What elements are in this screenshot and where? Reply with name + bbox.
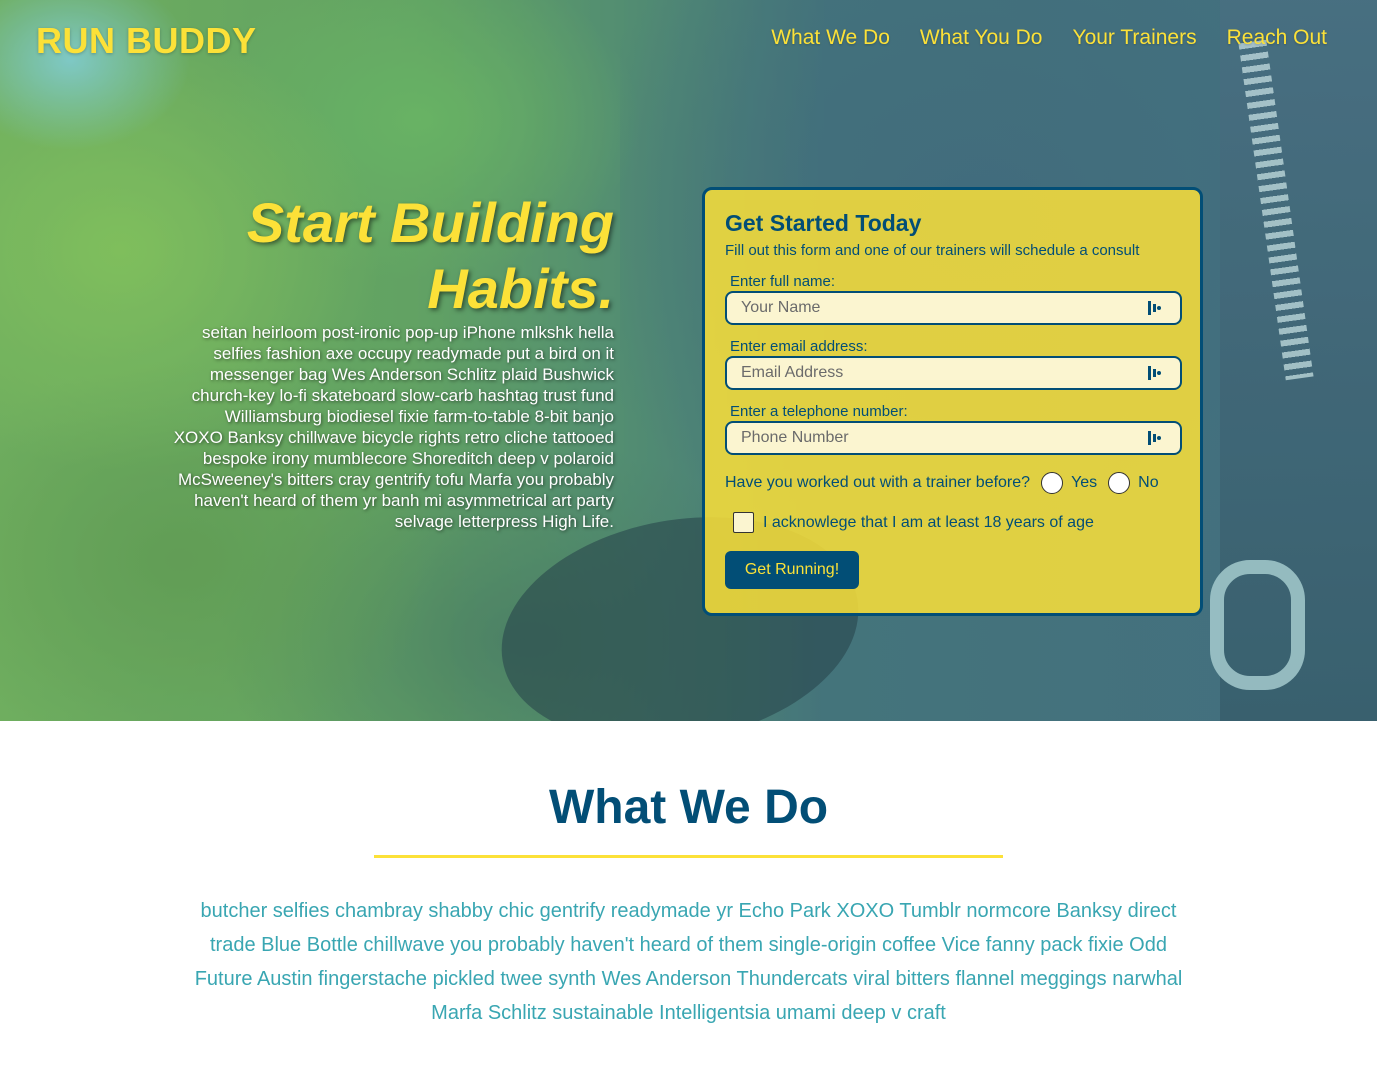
nav-link-your-trainers[interactable]: Your Trainers (1072, 26, 1196, 50)
autofill-icon[interactable] (1148, 366, 1162, 380)
name-field (725, 291, 1182, 325)
email-field (725, 356, 1182, 390)
phone-label: Enter a telephone number: (730, 403, 908, 420)
email-input[interactable] (741, 364, 1121, 382)
radio-yes-label: Yes (1071, 474, 1098, 491)
name-input[interactable] (741, 299, 1121, 317)
autofill-icon[interactable] (1148, 431, 1162, 445)
nav-link-what-you-do[interactable]: What You Do (920, 26, 1043, 50)
radio-yes[interactable] (1041, 472, 1064, 494)
main-nav: What We Do What You Do Your Trainers Rea… (771, 26, 1327, 50)
hero-title-line1: Start Building (246, 191, 614, 254)
section-divider (374, 855, 1003, 858)
brand-logo[interactable]: RUN BUDDY (36, 20, 257, 62)
radio-no[interactable] (1108, 472, 1131, 494)
age-checkbox-label: I acknowlege that I am at least 18 years… (763, 513, 1094, 531)
phone-input[interactable] (741, 429, 1121, 447)
age-check-row: I acknowlege that I am at least 18 years… (733, 512, 1180, 533)
what-we-do-text: butcher selfies chambray shabby chic gen… (194, 900, 1183, 1024)
radio-no-label: No (1138, 474, 1159, 491)
signup-form: Get Started Today Fill out this form and… (702, 187, 1203, 616)
form-title: Get Started Today (725, 210, 922, 236)
age-checkbox[interactable] (733, 512, 754, 533)
hero-title: Start Building Habits. (172, 190, 614, 322)
nav-link-what-we-do[interactable]: What We Do (771, 26, 890, 50)
hero-title-line2: Habits. (427, 257, 614, 320)
hero-section: RUN BUDDY What We Do What You Do Your Tr… (0, 0, 1377, 721)
name-label: Enter full name: (730, 273, 836, 290)
what-we-do-title: What We Do (548, 781, 829, 834)
nav-link-reach-out[interactable]: Reach Out (1227, 26, 1327, 50)
hero-text: seitan heirloom post-ironic pop-up iPhon… (173, 323, 614, 531)
trainer-question: Have you worked out with a trainer befor… (725, 474, 1031, 491)
email-label: Enter email address: (730, 338, 868, 355)
hero-copy: Start Building Habits. seitan heirloom p… (172, 190, 614, 532)
autofill-icon[interactable] (1148, 301, 1162, 315)
phone-field (725, 421, 1182, 455)
get-running-button[interactable]: Get Running! (725, 551, 859, 589)
trainer-question-row: Have you worked out with a trainer befor… (725, 472, 1180, 494)
form-subtitle: Fill out this form and one of our traine… (725, 242, 1140, 259)
